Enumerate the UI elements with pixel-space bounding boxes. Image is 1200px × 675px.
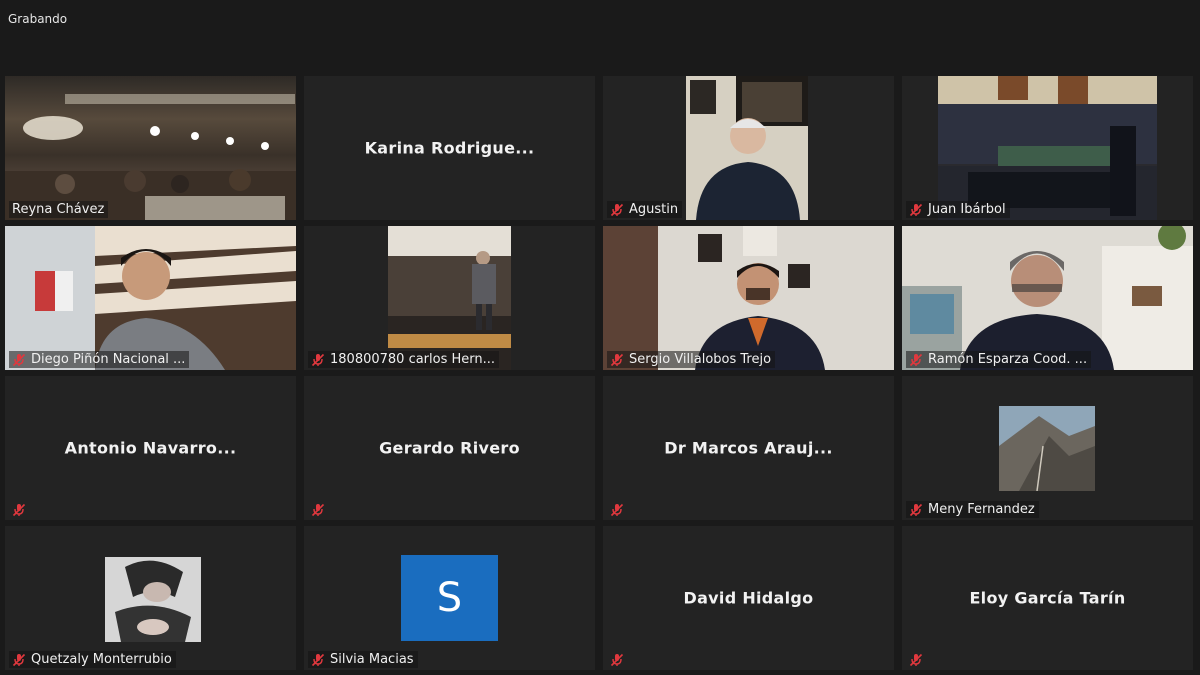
- participant-tile-carlos[interactable]: 180800780 carlos Hern...: [304, 226, 595, 370]
- mic-muted-icon: [909, 503, 923, 516]
- mic-muted-icon: [610, 503, 624, 517]
- video-feed: [603, 226, 894, 370]
- mic-muted-icon: [311, 653, 325, 666]
- mic-muted-icon: [909, 653, 923, 667]
- participant-name-label: [607, 652, 628, 668]
- participant-name: Ramón Esparza Cood. ...: [928, 352, 1088, 367]
- participant-tile-eloy[interactable]: Eloy García Tarín: [902, 526, 1193, 670]
- mic-muted-icon: [610, 203, 624, 216]
- participant-display-name: Dr Marcos Arauj...: [664, 438, 833, 458]
- participant-name: Sergio Villalobos Trejo: [629, 352, 772, 367]
- participant-display-name: Karina Rodrigue...: [364, 138, 535, 158]
- video-feed: [5, 76, 296, 220]
- participant-name: Reyna Chávez: [12, 202, 105, 217]
- participant-name-label: Reyna Chávez: [9, 201, 109, 218]
- video-feed: [388, 226, 511, 370]
- participant-tile-juan[interactable]: Juan Ibárbol: [902, 76, 1193, 220]
- avatar: S: [401, 555, 498, 641]
- mic-muted-icon: [610, 353, 624, 366]
- video-feed: [938, 76, 1157, 220]
- participant-name: Quetzaly Monterrubio: [31, 652, 172, 667]
- mic-muted-icon: [311, 503, 325, 517]
- mic-muted-icon: [12, 353, 26, 366]
- participant-name-label: 180800780 carlos Hern...: [308, 351, 500, 368]
- profile-photo: [999, 406, 1095, 491]
- participant-tile-diego[interactable]: Diego Piñón Nacional ...: [5, 226, 296, 370]
- recording-indicator: Grabando: [8, 12, 68, 26]
- mic-muted-icon: [12, 503, 26, 517]
- participant-name: 180800780 carlos Hern...: [330, 352, 496, 367]
- participant-tile-david[interactable]: David Hidalgo: [603, 526, 894, 670]
- participant-tile-marcos[interactable]: Dr Marcos Arauj...: [603, 376, 894, 520]
- participant-tile-ramon[interactable]: Ramón Esparza Cood. ...: [902, 226, 1193, 370]
- participant-name: Meny Fernandez: [928, 502, 1035, 517]
- participant-name: Silvia Macias: [330, 652, 414, 667]
- mic-muted-icon: [12, 653, 26, 666]
- participant-tile-agustin[interactable]: Agustin: [603, 76, 894, 220]
- mic-muted-icon: [610, 653, 624, 667]
- participant-name-label: Sergio Villalobos Trejo: [607, 351, 776, 368]
- participant-tile-silvia[interactable]: S Silvia Macias: [304, 526, 595, 670]
- participant-tile-sergio[interactable]: Sergio Villalobos Trejo: [603, 226, 894, 370]
- participant-display-name: Eloy García Tarín: [969, 588, 1126, 608]
- participant-name-label: Ramón Esparza Cood. ...: [906, 351, 1092, 368]
- mic-muted-icon: [311, 353, 325, 366]
- participant-name-label: Juan Ibárbol: [906, 201, 1010, 218]
- video-feed: [902, 226, 1193, 370]
- participant-name-label: Diego Piñón Nacional ...: [9, 351, 190, 368]
- participant-name-label: Agustin: [607, 201, 683, 218]
- profile-photo: [105, 557, 201, 642]
- participant-tile-quetzaly[interactable]: Quetzaly Monterrubio: [5, 526, 296, 670]
- mic-muted-icon: [909, 353, 923, 366]
- participant-name-label: [607, 502, 628, 518]
- participant-tile-antonio[interactable]: Antonio Navarro...: [5, 376, 296, 520]
- participant-name-label: [906, 652, 927, 668]
- participant-display-name: Gerardo Rivero: [379, 438, 520, 458]
- participant-name-label: Meny Fernandez: [906, 501, 1039, 518]
- participant-name-label: [9, 502, 30, 518]
- participant-name-label: Quetzaly Monterrubio: [9, 651, 176, 668]
- participant-name-label: Silvia Macias: [308, 651, 418, 668]
- video-grid: Reyna Chávez Karina Rodrigue... Agustin: [5, 76, 1195, 675]
- mic-muted-icon: [909, 203, 923, 216]
- participant-tile-gerardo[interactable]: Gerardo Rivero: [304, 376, 595, 520]
- participant-name: Diego Piñón Nacional ...: [31, 352, 186, 367]
- participant-display-name: Antonio Navarro...: [64, 438, 237, 458]
- video-feed: [5, 226, 296, 370]
- participant-tile-meny[interactable]: Meny Fernandez: [902, 376, 1193, 520]
- participant-name: Agustin: [629, 202, 679, 217]
- participant-name-label: [308, 502, 329, 518]
- participant-display-name: David Hidalgo: [683, 588, 814, 608]
- participant-name: Juan Ibárbol: [928, 202, 1006, 217]
- video-feed: [686, 76, 808, 220]
- participant-tile-karina[interactable]: Karina Rodrigue...: [304, 76, 595, 220]
- participant-tile-reyna[interactable]: Reyna Chávez: [5, 76, 296, 220]
